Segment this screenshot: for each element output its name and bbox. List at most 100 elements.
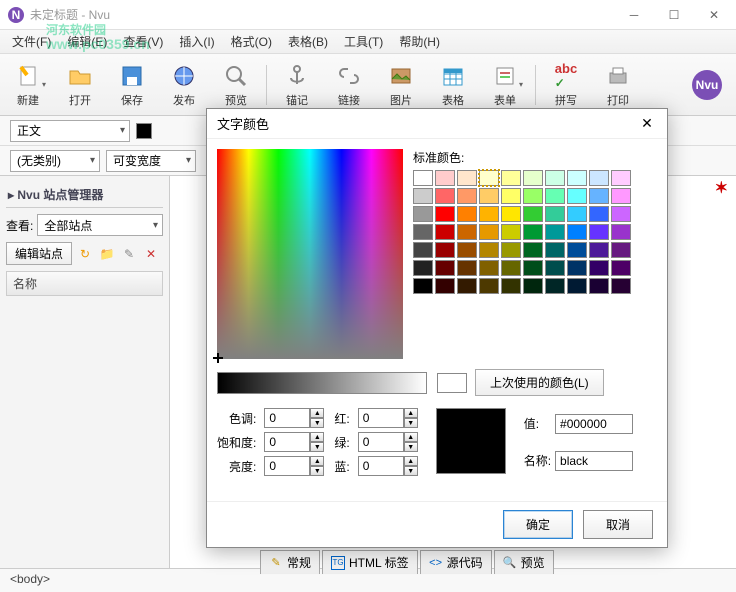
preview-button[interactable]: 预览 <box>214 62 258 108</box>
delete-icon[interactable]: ✕ <box>142 246 160 262</box>
spell-button[interactable]: abc✓拼写 <box>544 62 588 108</box>
maximize-button[interactable]: ☐ <box>660 5 688 25</box>
color-swatch[interactable] <box>611 260 631 276</box>
color-swatch[interactable] <box>501 242 521 258</box>
color-swatch[interactable] <box>479 206 499 222</box>
color-swatch[interactable] <box>589 188 609 204</box>
color-swatch[interactable] <box>545 224 565 240</box>
color-swatch[interactable] <box>545 206 565 222</box>
color-swatch[interactable] <box>435 206 455 222</box>
color-spectrum[interactable] <box>217 149 403 359</box>
close-button[interactable]: ✕ <box>700 5 728 25</box>
color-swatch[interactable] <box>479 242 499 258</box>
tab-html[interactable]: TGHTML 标签 <box>322 550 418 574</box>
color-swatch[interactable] <box>435 278 455 294</box>
color-swatch[interactable] <box>479 188 499 204</box>
category-select[interactable]: (无类别) <box>10 150 100 172</box>
color-swatch[interactable] <box>589 224 609 240</box>
color-swatch[interactable] <box>457 188 477 204</box>
dom-path[interactable]: <body> <box>10 572 50 586</box>
color-swatch[interactable] <box>413 260 433 276</box>
color-swatch[interactable] <box>611 188 631 204</box>
site-select[interactable]: 全部站点 <box>37 214 163 236</box>
minimize-button[interactable]: ─ <box>620 5 648 25</box>
width-select[interactable]: 可变宽度 <box>106 150 196 172</box>
color-swatch[interactable] <box>589 278 609 294</box>
color-swatch[interactable] <box>501 206 521 222</box>
red-input[interactable]: ▲▼ <box>358 408 418 428</box>
ok-button[interactable]: 确定 <box>503 510 573 539</box>
hex-input[interactable] <box>555 414 633 434</box>
color-swatch[interactable] <box>523 206 543 222</box>
open-button[interactable]: 打开 <box>58 62 102 108</box>
tab-preview[interactable]: 🔍预览 <box>494 550 554 574</box>
color-swatch[interactable] <box>413 206 433 222</box>
menu-format[interactable]: 格式(O) <box>225 31 278 52</box>
color-swatch[interactable] <box>523 224 543 240</box>
color-swatch[interactable] <box>501 224 521 240</box>
color-swatch[interactable] <box>435 170 455 186</box>
color-swatch[interactable] <box>523 170 543 186</box>
color-swatch[interactable] <box>611 170 631 186</box>
color-swatch[interactable] <box>435 242 455 258</box>
color-swatch[interactable] <box>567 206 587 222</box>
publish-button[interactable]: 发布 <box>162 62 206 108</box>
dialog-close-button[interactable]: ✕ <box>637 114 657 134</box>
anchor-button[interactable]: 锚记 <box>275 62 319 108</box>
color-swatch[interactable] <box>611 242 631 258</box>
color-swatch[interactable] <box>479 224 499 240</box>
table-button[interactable]: 表格 <box>431 62 475 108</box>
name-input[interactable] <box>555 451 633 471</box>
blue-input[interactable]: ▲▼ <box>358 456 418 476</box>
color-swatch[interactable] <box>501 188 521 204</box>
color-swatch[interactable] <box>523 242 543 258</box>
color-swatch[interactable] <box>413 170 433 186</box>
color-swatch[interactable] <box>567 170 587 186</box>
color-swatch[interactable] <box>501 260 521 276</box>
color-swatch[interactable] <box>567 188 587 204</box>
color-swatch[interactable] <box>545 170 565 186</box>
cancel-button[interactable]: 取消 <box>583 510 653 539</box>
color-swatch[interactable] <box>567 224 587 240</box>
color-swatch[interactable] <box>457 224 477 240</box>
color-swatch[interactable] <box>479 278 499 294</box>
color-swatch[interactable] <box>457 242 477 258</box>
image-button[interactable]: 图片 <box>379 62 423 108</box>
color-swatch[interactable] <box>501 170 521 186</box>
menu-tools[interactable]: 工具(T) <box>338 31 389 52</box>
color-swatch[interactable] <box>413 224 433 240</box>
text-color-swatch[interactable] <box>136 123 152 139</box>
color-swatch[interactable] <box>479 170 499 186</box>
link-button[interactable]: 链接 <box>327 62 371 108</box>
color-swatch[interactable] <box>457 170 477 186</box>
sat-input[interactable]: ▲▼ <box>264 432 324 452</box>
color-swatch[interactable] <box>589 260 609 276</box>
close-panel-icon[interactable]: ✶ <box>715 178 728 198</box>
color-swatch[interactable] <box>545 260 565 276</box>
color-swatch[interactable] <box>545 278 565 294</box>
color-swatch[interactable] <box>413 188 433 204</box>
color-swatch[interactable] <box>413 278 433 294</box>
last-color-button[interactable]: 上次使用的颜色(L) <box>475 369 604 396</box>
color-swatch[interactable] <box>567 278 587 294</box>
color-swatch[interactable] <box>567 242 587 258</box>
color-swatch[interactable] <box>457 206 477 222</box>
color-swatch[interactable] <box>523 260 543 276</box>
light-input[interactable]: ▲▼ <box>264 456 324 476</box>
color-swatch[interactable] <box>523 188 543 204</box>
color-swatch[interactable] <box>545 242 565 258</box>
menu-insert[interactable]: 插入(I) <box>173 31 220 52</box>
color-swatch[interactable] <box>523 278 543 294</box>
form-button[interactable]: ▾表单 <box>483 62 527 108</box>
folder-icon[interactable]: 📁 <box>98 246 116 262</box>
new-button[interactable]: ▾新建 <box>6 62 50 108</box>
color-swatch[interactable] <box>567 260 587 276</box>
color-swatch[interactable] <box>457 278 477 294</box>
color-swatch[interactable] <box>589 206 609 222</box>
color-swatch[interactable] <box>435 260 455 276</box>
edit-site-button[interactable]: 编辑站点 <box>6 242 72 265</box>
color-swatch[interactable] <box>479 260 499 276</box>
menu-file[interactable]: 文件(F) <box>6 31 57 52</box>
column-name[interactable]: 名称 <box>6 271 163 296</box>
color-swatch[interactable] <box>589 170 609 186</box>
